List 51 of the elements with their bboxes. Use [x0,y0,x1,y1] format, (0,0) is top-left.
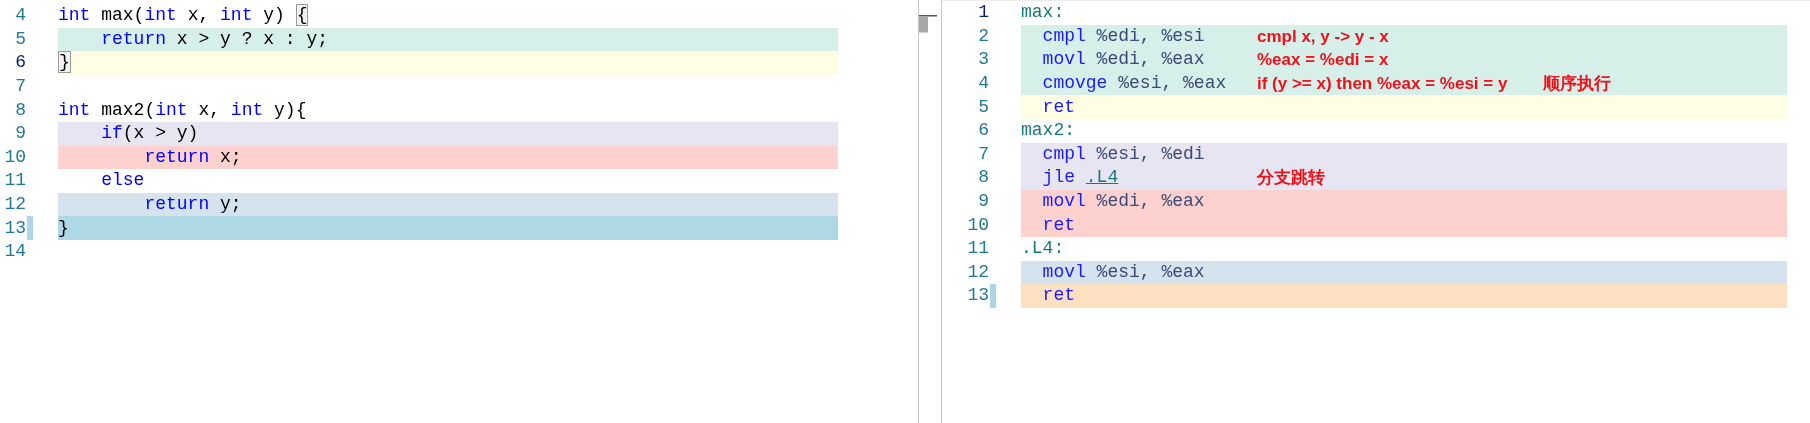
code-line: ret [1041,95,1076,119]
annotation-text: %eax = %edi = x [1257,49,1389,72]
line-number: 4 [14,4,26,28]
line-number: 11 [3,169,26,193]
line-number: 5 [14,27,26,51]
annotation-text: if (y >= x) then %eax = %esi = y [1257,72,1508,95]
line-number: 10 [3,145,26,169]
code-line: movl %edi, %eax [1041,190,1206,214]
line-number: 10 [966,213,989,237]
annotation-text: 顺序执行 [1543,72,1612,95]
line-number: 1 [977,1,989,25]
scrollbar-drawing[interactable] [919,15,937,33]
code-line: ret [1041,213,1076,237]
line-number: 6 [977,119,989,143]
code-line: cmovge %esi, %eax [1041,72,1228,96]
line-number: 9 [977,190,989,214]
line-number: 8 [977,166,989,190]
code-line: jle .L4 [1041,166,1120,190]
line-number: 13 [966,284,989,308]
line-number: 12 [966,260,989,284]
line-number: 9 [14,122,26,146]
code-line: ret [1041,284,1076,308]
code-line: int max(int x, int y) { [58,3,309,29]
code-line: return x; [143,145,242,169]
line-number: 2 [977,24,989,48]
code-line: else [100,169,145,193]
line-number: 12 [3,193,26,217]
code-line: cmpl %esi, %edi [1041,142,1206,166]
code-line: movl %edi, %eax [1041,48,1206,72]
code-line: } [58,216,69,240]
line-number: 5 [977,95,989,119]
code-line: max: [1021,1,1066,25]
line-number: 8 [14,98,26,122]
line-number: 14 [3,240,26,264]
line-number: 7 [977,142,989,166]
code-line: return x > y ? x : y; [100,27,329,51]
code-line: if(x > y) [100,122,199,146]
code-line: max2: [1021,119,1076,143]
line-number: 13 [3,216,26,240]
code-line: .L4: [1021,237,1066,261]
code-line: cmpl %edi, %esi [1041,24,1206,48]
annotation-text: cmpl x, y -> y - x [1257,25,1389,48]
line-number: 11 [966,237,989,261]
code-line: int max2(int x, int y){ [58,98,307,122]
line-number: 3 [977,48,989,72]
line-number: 6 [14,51,26,75]
code-line: return y; [143,193,242,217]
line-number: 4 [977,72,989,96]
line-number: 7 [14,75,26,99]
annotation-text: 分支跳转 [1257,167,1325,190]
code-line: movl %esi, %eax [1041,260,1206,284]
